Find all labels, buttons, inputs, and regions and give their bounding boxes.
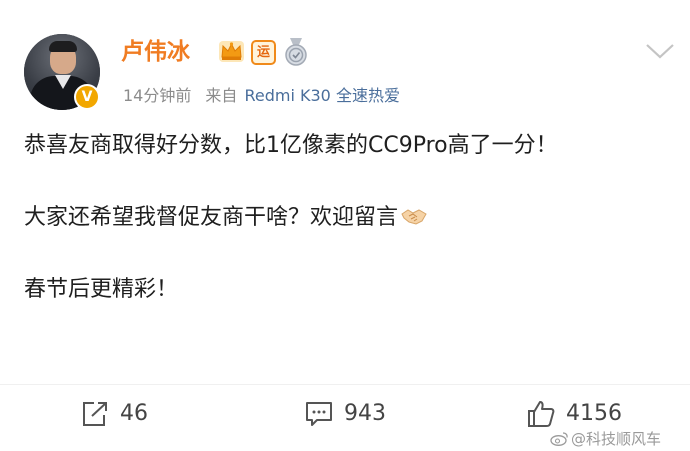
medal-icon[interactable] [284, 37, 308, 67]
source-device-link[interactable]: Redmi K30 全速热爱 [244, 86, 399, 105]
watermark: @科技顺风车 [550, 429, 661, 449]
content-line-3: 春节后更精彩！ [24, 277, 179, 302]
content-line-1: 恭喜友商取得好分数，比1亿像素的CC9Pro高了一分！ [24, 133, 558, 158]
author-name[interactable]: 卢伟冰 [121, 36, 190, 68]
chevron-down-icon[interactable] [644, 40, 676, 62]
like-button[interactable]: 4156 [526, 396, 622, 432]
repost-count: 46 [120, 401, 148, 426]
handshake-icon [401, 209, 427, 225]
divider [0, 384, 690, 385]
content-line-2: 大家还希望我督促友商干啥？欢迎留言 [24, 205, 399, 230]
content-line-2-wrapper: 大家还希望我督促友商干啥？欢迎留言 [24, 200, 664, 236]
comment-button[interactable]: 943 [304, 396, 386, 432]
like-icon [528, 401, 555, 427]
like-count: 4156 [566, 401, 622, 426]
verified-badge: V [74, 84, 100, 110]
repost-button[interactable]: 46 [80, 396, 148, 432]
post-time: 14分钟前 [123, 86, 192, 105]
source-prefix: 来自 [205, 86, 238, 105]
post-content: 恭喜友商取得好分数，比1亿像素的CC9Pro高了一分！ 大家还希望我督促友商干啥… [24, 128, 664, 308]
weibo-post-card: V 卢伟冰 运 14分钟前 来自 Redmi K30 全速热爱 恭喜友商取得好分数… [0, 0, 690, 451]
post-meta: 14分钟前 来自 Redmi K30 全速热爱 [123, 83, 400, 109]
weibo-logo-icon [550, 432, 568, 446]
comment-icon [306, 402, 332, 426]
crown-icon[interactable] [218, 39, 245, 63]
yun-badge[interactable]: 运 [251, 40, 276, 65]
avatar-hair [49, 41, 77, 52]
repost-icon [83, 402, 107, 426]
comment-count: 943 [344, 401, 386, 426]
watermark-text: @科技顺风车 [571, 430, 662, 448]
